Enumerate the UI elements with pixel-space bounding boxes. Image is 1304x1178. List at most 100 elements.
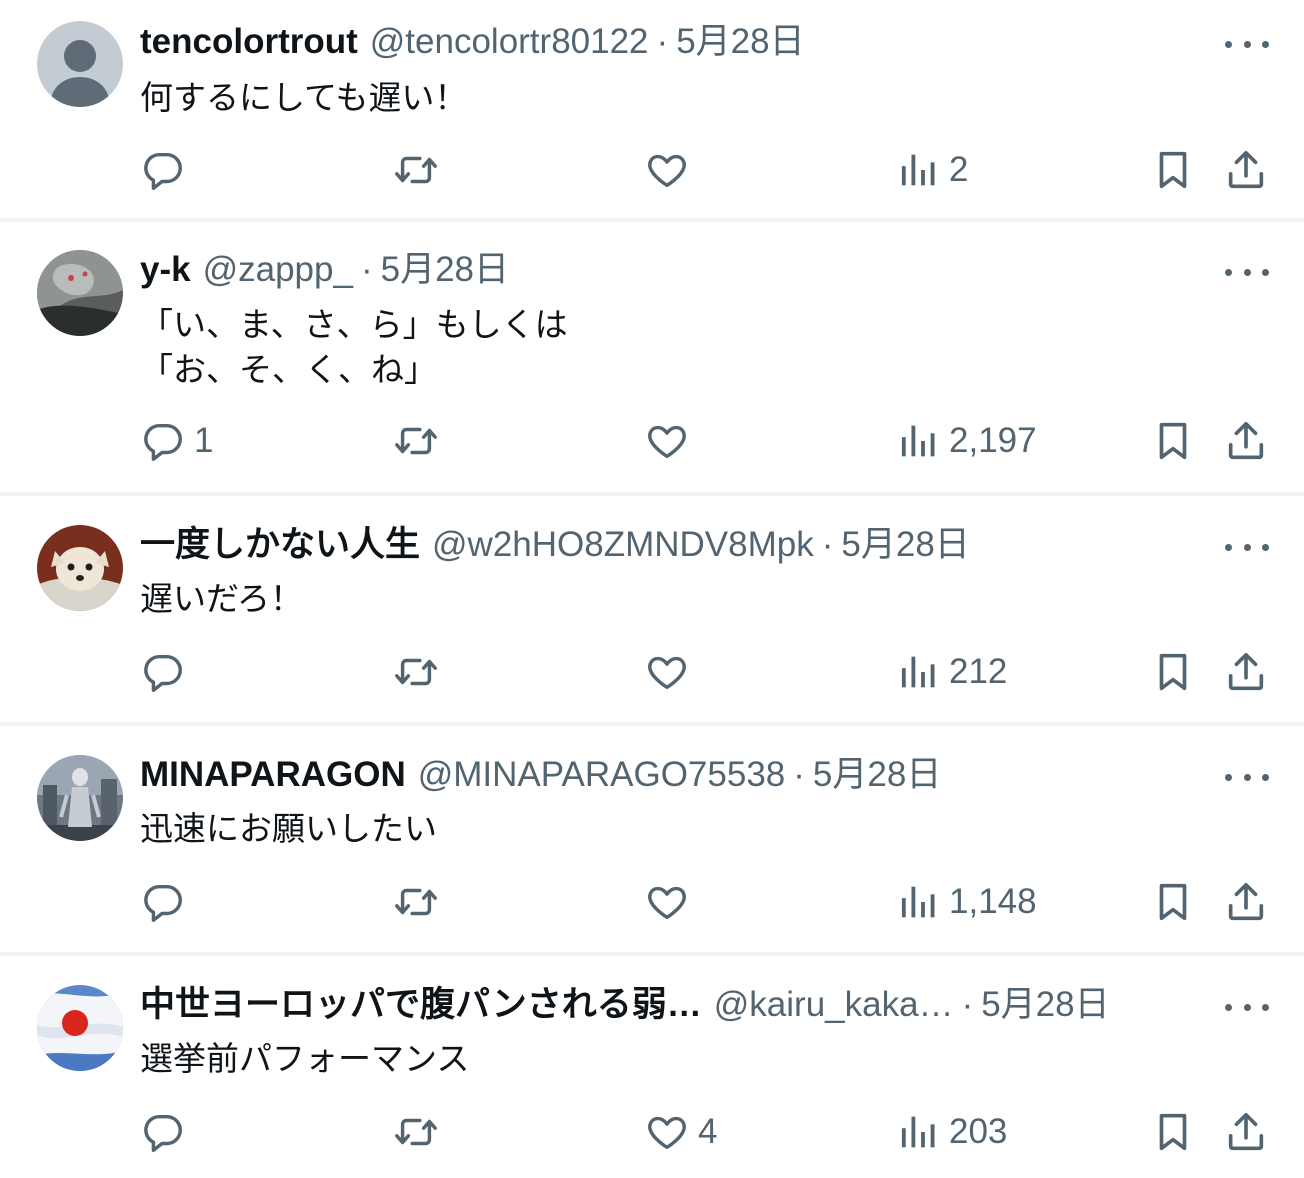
bookmark-button[interactable] [1150, 877, 1196, 927]
retweet-icon [393, 418, 439, 464]
avatar[interactable] [37, 525, 123, 611]
tweet-header: 一度しかない人生 @w2hHO8ZMNDV8Mpk · 5月28日 [140, 525, 1194, 565]
views-icon [895, 147, 941, 193]
share-button[interactable] [1223, 1107, 1269, 1157]
view-count: 2,197 [949, 421, 1037, 460]
view-count: 203 [949, 1112, 1008, 1151]
reply-icon [140, 649, 186, 695]
like-button[interactable] [644, 877, 698, 927]
retweet-button[interactable] [393, 145, 447, 195]
more-icon[interactable] [1225, 537, 1269, 557]
display-name[interactable]: y-k [140, 250, 191, 290]
tweet-date[interactable]: 5月28日 [841, 525, 969, 565]
display-name[interactable]: MINAPARAGON [140, 755, 406, 795]
retweet-icon [393, 1109, 439, 1155]
tweet[interactable]: 中世ヨーロッパで腹パンされる弱… @kairu_kaka… · 5月28日 選挙… [0, 956, 1304, 1178]
view-count: 2 [949, 150, 969, 189]
display-name[interactable]: 中世ヨーロッパで腹パンされる弱… [140, 985, 702, 1025]
more-icon[interactable] [1225, 767, 1269, 787]
bookmark-icon [1150, 418, 1196, 464]
share-icon [1223, 147, 1269, 193]
share-icon [1223, 1109, 1269, 1155]
views-button[interactable]: 2 [895, 145, 968, 195]
reply-button[interactable] [140, 145, 194, 195]
bookmark-icon [1150, 879, 1196, 925]
tweet-date[interactable]: 5月28日 [813, 755, 941, 795]
bookmark-button[interactable] [1150, 1107, 1196, 1157]
reply-count: 1 [194, 421, 214, 460]
tweet-header: MINAPARAGON @MINAPARAGO75538 · 5月28日 [140, 755, 1194, 795]
views-icon [895, 1109, 941, 1155]
retweet-button[interactable] [393, 416, 447, 466]
view-count: 1,148 [949, 882, 1037, 921]
tweet-text: 「い、ま、さ、ら」もしくは 「お、そ、く、ね」 [140, 306, 568, 388]
retweet-button[interactable] [393, 1107, 447, 1157]
reply-icon [140, 879, 186, 925]
reply-button[interactable] [140, 647, 194, 697]
tweet-text: 選挙前パフォーマンス [140, 1040, 470, 1077]
tweet-header: y-k @zappp_ · 5月28日 [140, 250, 1194, 290]
heart-icon [644, 1109, 690, 1155]
share-button[interactable] [1223, 877, 1269, 927]
display-name[interactable]: tencolortrout [140, 22, 358, 62]
retweet-icon [393, 879, 439, 925]
bookmark-icon [1150, 147, 1196, 193]
user-handle[interactable]: @zappp_ [203, 250, 353, 290]
reply-feed: tencolortrout @tencolortr80122 · 5月28日 何… [0, 0, 1304, 1178]
reply-button[interactable] [140, 877, 194, 927]
like-count: 4 [698, 1112, 718, 1151]
like-button[interactable] [644, 416, 698, 466]
retweet-button[interactable] [393, 647, 447, 697]
reply-button[interactable]: 1 [140, 416, 213, 466]
avatar[interactable] [37, 21, 123, 107]
action-bar: 1,148 [0, 877, 1304, 927]
separator: · [656, 22, 669, 61]
share-icon [1223, 418, 1269, 464]
share-button[interactable] [1223, 416, 1269, 466]
user-handle[interactable]: @kairu_kaka… [714, 985, 954, 1025]
bookmark-button[interactable] [1150, 647, 1196, 697]
user-handle[interactable]: @MINAPARAGO75538 [418, 755, 786, 795]
share-button[interactable] [1223, 145, 1269, 195]
like-button[interactable] [644, 145, 698, 195]
reply-icon [140, 147, 186, 193]
tweet-header: tencolortrout @tencolortr80122 · 5月28日 [140, 22, 1194, 62]
views-button[interactable]: 2,197 [895, 416, 1037, 466]
more-icon[interactable] [1225, 997, 1269, 1017]
avatar[interactable] [37, 985, 123, 1071]
more-icon[interactable] [1225, 262, 1269, 282]
avatar[interactable] [37, 755, 123, 841]
avatar[interactable] [37, 250, 123, 336]
bookmark-icon [1150, 649, 1196, 695]
separator: · [793, 755, 805, 794]
share-icon [1223, 879, 1269, 925]
tweet-date[interactable]: 5月28日 [381, 250, 509, 290]
heart-icon [644, 649, 690, 695]
tweet-header: 中世ヨーロッパで腹パンされる弱… @kairu_kaka… · 5月28日 [140, 985, 1194, 1025]
like-button[interactable]: 4 [644, 1107, 717, 1157]
display-name[interactable]: 一度しかない人生 [140, 525, 420, 565]
retweet-icon [393, 147, 439, 193]
user-handle[interactable]: @tencolortr80122 [370, 22, 649, 62]
views-button[interactable]: 1,148 [895, 877, 1037, 927]
views-button[interactable]: 203 [895, 1107, 1007, 1157]
tweet[interactable]: MINAPARAGON @MINAPARAGO75538 · 5月28日 迅速に… [0, 726, 1304, 956]
views-button[interactable]: 212 [895, 647, 1007, 697]
views-icon [895, 418, 941, 464]
more-icon[interactable] [1225, 34, 1269, 54]
separator: · [360, 250, 373, 289]
tweet-date[interactable]: 5月28日 [676, 22, 804, 62]
like-button[interactable] [644, 647, 698, 697]
bookmark-icon [1150, 1109, 1196, 1155]
tweet-date[interactable]: 5月28日 [981, 985, 1109, 1025]
tweet[interactable]: y-k @zappp_ · 5月28日 「い、ま、さ、ら」もしくは 「お、そ、く… [0, 222, 1304, 496]
reply-button[interactable] [140, 1107, 194, 1157]
tweet[interactable]: tencolortrout @tencolortr80122 · 5月28日 何… [0, 0, 1304, 222]
retweet-button[interactable] [393, 877, 447, 927]
user-handle[interactable]: @w2hHO8ZMNDV8Mpk [432, 525, 814, 565]
bookmark-button[interactable] [1150, 416, 1196, 466]
share-button[interactable] [1223, 647, 1269, 697]
bookmark-button[interactable] [1150, 145, 1196, 195]
action-bar: 212 [0, 647, 1304, 697]
tweet[interactable]: 一度しかない人生 @w2hHO8ZMNDV8Mpk · 5月28日 遅いだろ！ … [0, 496, 1304, 726]
